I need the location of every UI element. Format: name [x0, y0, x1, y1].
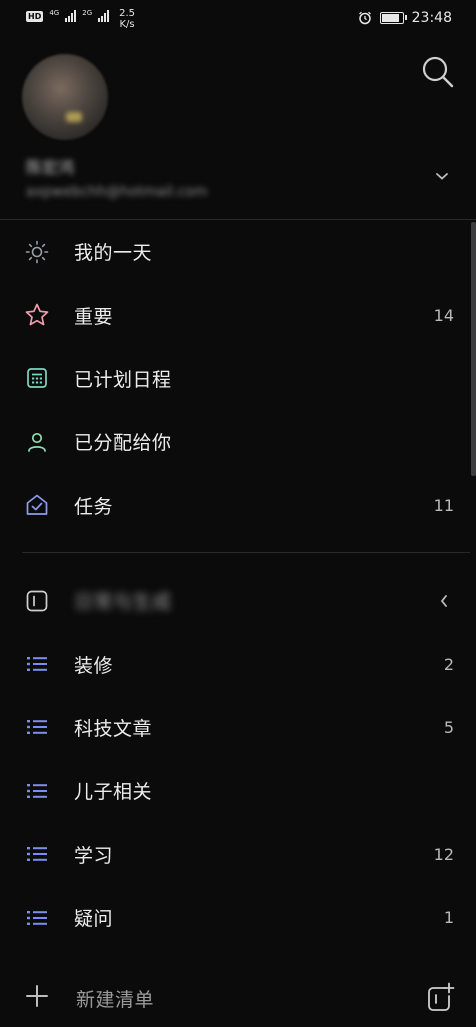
group-label: 日常与生成 [74, 591, 172, 614]
network-type-1: 4G [49, 9, 60, 17]
search-icon [422, 56, 454, 88]
status-bar: HD 4G 2G 2.5 K/s 23:48 [0, 0, 476, 36]
list-item-count: 1 [443, 908, 454, 928]
list-icon [24, 778, 50, 804]
new-group-icon [428, 982, 455, 1011]
list-item[interactable]: 疑问 1 [0, 886, 476, 949]
alarm-icon [358, 11, 371, 25]
group-icon [24, 588, 50, 614]
list-item-count: 2 [443, 654, 454, 674]
account-name: 陈宏鸿 [26, 158, 75, 177]
account-header: 陈宏鸿 axpwebchh@hotmail.com [0, 36, 476, 220]
nav-item-assigned[interactable]: 已分配给你 [0, 410, 476, 473]
signal-icon-2 [98, 10, 110, 22]
network-type-2: 2G [82, 9, 93, 17]
user-lists: 日常与生成 装修 2 科技文章 5 儿子相关 学习 12 疑问 1 [0, 569, 476, 949]
nav-item-my-day[interactable]: 我的一天 [0, 220, 476, 283]
new-group-button[interactable] [424, 981, 456, 1013]
status-left: HD 4G 2G 2.5 K/s [26, 8, 135, 30]
list-item-count: 5 [443, 717, 454, 737]
status-right: 23:48 [358, 10, 452, 26]
list-icon [24, 905, 50, 931]
status-time: 23:48 [411, 10, 452, 26]
new-list-label[interactable]: 新建清单 [76, 985, 154, 1012]
hd-badge: HD [26, 11, 44, 22]
list-item-label: 装修 [74, 654, 114, 677]
plus-icon [26, 985, 48, 1007]
nav-item-count: 11 [433, 495, 454, 515]
list-item[interactable]: 儿子相关 [0, 759, 476, 822]
nav-item-label: 已计划日程 [74, 368, 172, 391]
chevron-down-icon [436, 173, 448, 180]
list-item[interactable]: 装修 2 [0, 632, 476, 695]
nav-item-label: 已分配给你 [74, 432, 172, 455]
nav-item-planned[interactable]: 已计划日程 [0, 347, 476, 410]
sun-icon [24, 239, 50, 265]
chevron-left-icon[interactable] [436, 593, 452, 609]
list-item-label: 儿子相关 [74, 781, 153, 804]
list-item-label: 疑问 [74, 908, 114, 931]
battery-icon [379, 12, 407, 24]
list-icon [24, 841, 50, 867]
list-item[interactable]: 科技文章 5 [0, 696, 476, 759]
smart-lists: 我的一天 重要 14 已计划日程 已分配给你 任务 11 [0, 220, 476, 537]
nav-item-count: 14 [433, 305, 454, 325]
list-item[interactable]: 学习 12 [0, 823, 476, 886]
network-speed-unit: K/s [119, 19, 135, 30]
new-list-button[interactable] [24, 983, 50, 1009]
nav-item-label: 任务 [74, 495, 114, 518]
section-divider [22, 552, 470, 553]
list-icon [24, 714, 50, 740]
nav-item-label: 重要 [74, 305, 114, 328]
list-item-label: 学习 [74, 844, 114, 867]
account-email: axpwebchh@hotmail.com [26, 184, 208, 200]
home-check-icon [24, 492, 50, 518]
avatar[interactable] [22, 54, 108, 140]
star-icon [24, 302, 50, 328]
footer-bar: 新建清单 [0, 964, 476, 1027]
nav-item-tasks[interactable]: 任务 11 [0, 474, 476, 537]
account-switcher-button[interactable] [430, 164, 454, 188]
network-speed-value: 2.5 [119, 8, 136, 19]
search-button[interactable] [418, 52, 458, 92]
signal-icon [65, 10, 77, 22]
calendar-icon [24, 365, 50, 391]
list-item-count: 12 [433, 844, 454, 864]
network-speed: 2.5 K/s [119, 8, 135, 30]
list-icon [24, 651, 50, 677]
list-group[interactable]: 日常与生成 [0, 569, 476, 632]
nav-item-important[interactable]: 重要 14 [0, 283, 476, 346]
nav-item-label: 我的一天 [74, 242, 153, 265]
person-icon [24, 429, 50, 455]
list-item-label: 科技文章 [74, 717, 153, 740]
